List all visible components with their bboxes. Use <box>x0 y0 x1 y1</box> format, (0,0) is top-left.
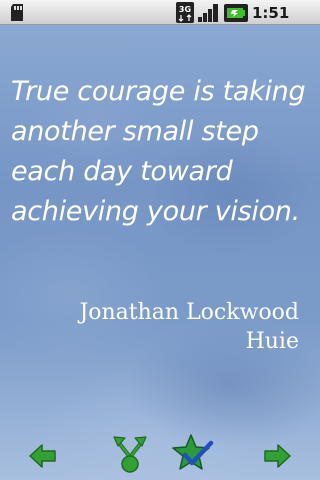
favorite-button[interactable] <box>172 433 214 473</box>
star-check-icon <box>172 433 214 473</box>
signal-strength-icon <box>198 3 220 22</box>
previous-button[interactable] <box>28 442 58 470</box>
3g-data-icon: 3G <box>176 2 194 23</box>
status-time: 1:51 AM <box>252 4 290 42</box>
battery-charging-icon <box>224 4 248 22</box>
next-button[interactable] <box>262 442 292 470</box>
arrow-left-icon <box>28 442 58 470</box>
bottom-toolbar <box>0 425 320 480</box>
network-type-label: 3G <box>179 5 191 14</box>
share-button[interactable] <box>112 435 148 473</box>
arrow-right-icon <box>262 442 292 470</box>
sd-card-icon <box>10 3 26 22</box>
quote-text: True courage is taking another small ste… <box>11 76 306 227</box>
quote-author: Jonathan Lockwood Huie <box>79 300 299 354</box>
status-bar: 3G 1:51 AM <box>0 0 320 42</box>
share-icon <box>112 435 148 473</box>
